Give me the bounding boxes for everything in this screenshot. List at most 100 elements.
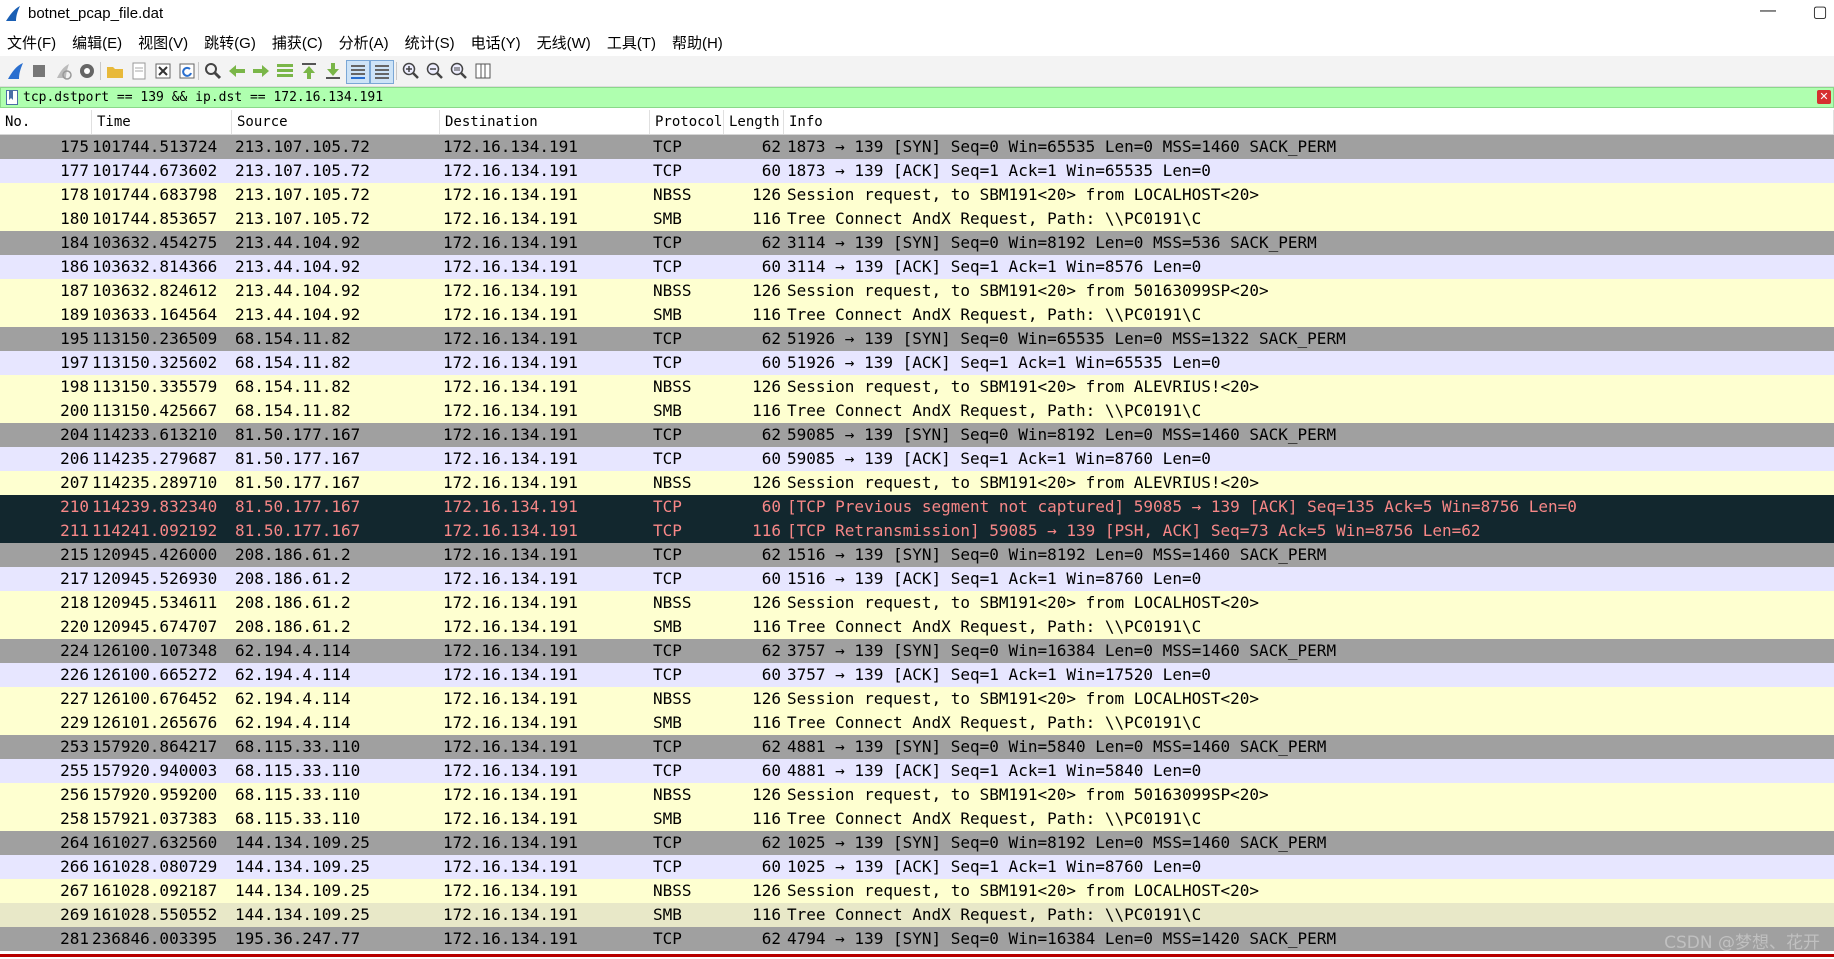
table-row[interactable]: 184 103632.454275 213.44.104.92 172.16.134.… [0,231,1834,255]
table-row[interactable]: 217 120945.526930 208.186.61.2 172.16.134.1… [0,567,1834,591]
menu-item-0[interactable]: 文件(F) [0,32,63,53]
last-packet-icon[interactable] [322,60,344,82]
display-filter-input[interactable] [23,89,1803,106]
menu-item-6[interactable]: 统计(S) [398,32,462,53]
go-forward-arrow-icon[interactable] [250,60,272,82]
save-file-icon[interactable] [128,60,150,82]
clear-filter-close-icon[interactable]: ✕ [1817,90,1831,104]
table-row[interactable]: 198 113150.335579 68.154.11.82 172.16.134.1… [0,375,1834,399]
restart-capture-icon[interactable] [52,60,74,82]
table-row[interactable]: 218 120945.534611 208.186.61.2 172.16.134.1… [0,591,1834,615]
zoom-in-icon[interactable] [400,60,422,82]
cell-time: 161027.632560 [92,833,218,852]
cell-len: 60 [761,857,781,876]
close-file-icon[interactable] [152,60,174,82]
cell-src: 144.134.109.25 [235,857,370,876]
cell-time: 161028.550552 [92,905,218,924]
capture-options-gear-icon[interactable] [76,60,98,82]
menu-item-8[interactable]: 无线(W) [530,32,598,53]
menu-item-3[interactable]: 跳转(G) [197,32,263,53]
table-row[interactable]: 266 161028.080729 144.134.109.25 172.16.134… [0,855,1834,879]
menu-item-7[interactable]: 电话(Y) [464,32,528,53]
menu-item-2[interactable]: 视图(V) [131,32,195,53]
table-row[interactable]: 220 120945.674707 208.186.61.2 172.16.134.1… [0,615,1834,639]
table-row[interactable]: 200 113150.425667 68.154.11.82 172.16.134.1… [0,399,1834,423]
zoom-out-icon[interactable] [424,60,446,82]
table-row[interactable]: 206 114235.279687 81.50.177.167 172.16.134.… [0,447,1834,471]
table-row[interactable]: 258 157921.037383 68.115.33.110 172.16.134.… [0,807,1834,831]
table-row[interactable]: 229 126101.265676 62.194.4.114 172.16.134.1… [0,711,1834,735]
menu-item-1[interactable]: 编辑(E) [65,32,129,53]
table-row[interactable]: 211 114241.092192 81.50.177.167 172.16.134.… [0,519,1834,543]
table-row[interactable]: 180 101744.853657 213.107.105.72 172.16.134… [0,207,1834,231]
reload-file-icon[interactable] [176,60,198,82]
cell-info: 1025 → 139 [SYN] Seq=0 Win=8192 Len=0 MS… [787,833,1327,852]
table-row[interactable]: 281 236846.003395 195.36.247.77 172.16.134.… [0,927,1834,951]
cell-proto: TCP [653,353,682,372]
cell-no: 266 [60,857,89,876]
table-row[interactable]: 264 161027.632560 144.134.109.25 172.16.134… [0,831,1834,855]
column-header-time[interactable]: Time [92,110,232,134]
column-header-protocol[interactable]: Protocol [650,110,724,134]
minimize-button[interactable]: — [1748,2,1788,20]
wireshark-fin-icon [6,6,20,21]
table-row[interactable]: 186 103632.814366 213.44.104.92 172.16.134.… [0,255,1834,279]
cell-proto: TCP [653,857,682,876]
cell-src: 213.107.105.72 [235,161,370,180]
first-packet-icon[interactable] [298,60,320,82]
cell-info: Tree Connect AndX Request, Path: \\PC019… [787,305,1202,324]
column-header-no[interactable]: No. [0,110,92,134]
start-capture-fin-icon[interactable] [4,60,26,82]
cell-len: 116 [752,809,781,828]
table-row[interactable]: 256 157920.959200 68.115.33.110 172.16.134.… [0,783,1834,807]
table-row[interactable]: 187 103632.824612 213.44.104.92 172.16.134.… [0,279,1834,303]
table-row[interactable]: 267 161028.092187 144.134.109.25 172.16.134… [0,879,1834,903]
cell-len: 62 [761,833,781,852]
column-header-destination[interactable]: Destination [440,110,650,134]
colorize-list-icon[interactable] [370,60,394,84]
stop-capture-icon[interactable] [28,60,50,82]
find-packet-search-icon[interactable] [202,60,224,82]
cell-time: 113150.335579 [92,377,218,396]
table-row[interactable]: 253 157920.864217 68.115.33.110 172.16.134.… [0,735,1834,759]
resize-columns-icon[interactable] [472,60,494,82]
table-row[interactable]: 215 120945.426000 208.186.61.2 172.16.134.1… [0,543,1834,567]
menu-item-5[interactable]: 分析(A) [332,32,396,53]
cell-proto: TCP [653,545,682,564]
cell-dst: 172.16.134.191 [443,833,578,852]
filter-bookmark-icon[interactable] [6,90,18,105]
normal-size-icon[interactable] [448,60,470,82]
table-row[interactable]: 195 113150.236509 68.154.11.82 172.16.134.1… [0,327,1834,351]
table-row[interactable]: 210 114239.832340 81.50.177.167 172.16.134.… [0,495,1834,519]
table-row[interactable]: 177 101744.673602 213.107.105.72 172.16.134… [0,159,1834,183]
table-row[interactable]: 207 114235.289710 81.50.177.167 172.16.134.… [0,471,1834,495]
table-row[interactable]: 255 157920.940003 68.115.33.110 172.16.134.… [0,759,1834,783]
table-row[interactable]: 227 126100.676452 62.194.4.114 172.16.134.1… [0,687,1834,711]
cell-info: 1516 → 139 [SYN] Seq=0 Win=8192 Len=0 MS… [787,545,1327,564]
cell-time: 126100.665272 [92,665,218,684]
autoscroll-icon[interactable] [346,60,370,84]
table-row[interactable]: 178 101744.683798 213.107.105.72 172.16.134… [0,183,1834,207]
menu-item-10[interactable]: 帮助(H) [665,32,730,53]
table-row[interactable]: 226 126100.665272 62.194.4.114 172.16.134.1… [0,663,1834,687]
column-header-source[interactable]: Source [232,110,440,134]
table-row[interactable]: 204 114233.613210 81.50.177.167 172.16.134.… [0,423,1834,447]
table-row[interactable]: 189 103633.164564 213.44.104.92 172.16.134.… [0,303,1834,327]
table-row[interactable]: 197 113150.325602 68.154.11.82 172.16.134.1… [0,351,1834,375]
menu-item-9[interactable]: 工具(T) [600,32,663,53]
cell-info: 1873 → 139 [SYN] Seq=0 Win=65535 Len=0 M… [787,137,1337,156]
cell-src: 195.36.247.77 [235,929,361,948]
cell-info: Session request, to SBM191<20> from ALEV… [787,473,1260,492]
go-to-packet-icon[interactable] [274,60,296,82]
column-header-length[interactable]: Length [724,110,784,134]
table-row[interactable]: 269 161028.550552 144.134.109.25 172.16.134… [0,903,1834,927]
open-file-folder-icon[interactable] [104,60,126,82]
column-header-info[interactable]: Info [784,110,1834,134]
menu-item-4[interactable]: 捕获(C) [265,32,330,53]
table-row[interactable]: 224 126100.107348 62.194.4.114 172.16.134.1… [0,639,1834,663]
restore-button[interactable]: ▢ [1800,2,1834,22]
cell-dst: 172.16.134.191 [443,785,578,804]
table-row[interactable]: 175 101744.513724 213.107.105.72 172.16.134… [0,135,1834,159]
go-back-arrow-icon[interactable] [226,60,248,82]
packet-list: 175 101744.513724 213.107.105.72 172.16.134… [0,135,1834,951]
